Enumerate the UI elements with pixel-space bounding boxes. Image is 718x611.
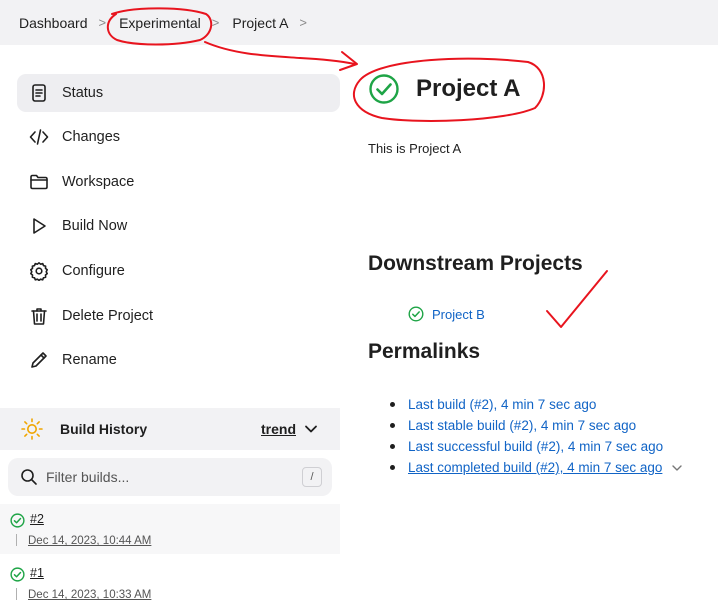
- sidebar-item-label: Delete Project: [62, 308, 154, 324]
- downstream-projects-heading: Downstream Projects: [368, 252, 583, 275]
- breadcrumb-separator: >: [211, 15, 220, 30]
- breadcrumb-experimental[interactable]: Experimental: [119, 15, 201, 31]
- keyboard-shortcut-badge: /: [302, 467, 322, 487]
- permalink-last-build[interactable]: Last build (#2), 4 min 7 sec ago: [408, 397, 596, 412]
- permalinks-list: Last build (#2), 4 min 7 sec ago Last st…: [390, 394, 683, 478]
- list-item: Last completed build (#2), 4 min 7 sec a…: [390, 457, 683, 478]
- success-icon: [10, 567, 25, 582]
- success-icon: [408, 306, 424, 322]
- permalinks-heading: Permalinks: [368, 340, 481, 363]
- sun-icon: [21, 418, 43, 440]
- sidebar-item-status[interactable]: Status: [17, 74, 340, 112]
- breadcrumb-separator[interactable]: >: [299, 15, 307, 30]
- breadcrumb-dashboard[interactable]: Dashboard: [19, 15, 88, 31]
- sidebar-item-workspace[interactable]: Workspace: [17, 163, 340, 201]
- document-icon: [28, 82, 50, 104]
- chevron-down-icon[interactable]: [671, 462, 683, 474]
- project-description: This is Project A: [368, 141, 462, 156]
- sidebar-item-label: Configure: [62, 263, 125, 279]
- sidebar-item-changes[interactable]: Changes: [17, 118, 340, 156]
- bullet: [390, 465, 395, 470]
- build-row: #2 Dec 14, 2023, 10:44 AM: [0, 504, 340, 554]
- sidebar-item-label: Rename: [62, 352, 117, 368]
- chevron-down-icon[interactable]: [304, 422, 318, 436]
- bullet: [390, 423, 395, 428]
- annotation-arrow-head: [339, 51, 358, 71]
- filter-builds-field[interactable]: /: [8, 458, 332, 496]
- code-icon: [28, 126, 50, 148]
- downstream-project-link[interactable]: Project B: [432, 307, 485, 322]
- divider: [16, 534, 17, 546]
- build-number-link[interactable]: #2: [30, 512, 44, 526]
- sidebar-item-label: Status: [62, 85, 104, 101]
- list-item: Last build (#2), 4 min 7 sec ago: [390, 394, 683, 415]
- success-icon: [369, 74, 399, 104]
- build-date-link[interactable]: Dec 14, 2023, 10:44 AM: [28, 535, 151, 547]
- sidebar-item-label: Build Now: [62, 218, 128, 234]
- list-item: Last successful build (#2), 4 min 7 sec …: [390, 436, 683, 457]
- annotation-checkmark: [546, 270, 608, 328]
- downstream-project-item: Project B: [408, 306, 485, 322]
- permalink-last-stable-build[interactable]: Last stable build (#2), 4 min 7 sec ago: [408, 418, 636, 433]
- folder-icon: [28, 171, 50, 193]
- build-history-header: Build History trend: [0, 408, 340, 450]
- breadcrumb-project-a[interactable]: Project A: [232, 15, 288, 31]
- bullet: [390, 402, 395, 407]
- filter-builds-input[interactable]: [46, 469, 286, 485]
- gear-icon: [28, 260, 50, 282]
- page-header: Project A: [368, 73, 520, 105]
- search-icon: [21, 469, 37, 485]
- sidebar-item-build-now[interactable]: Build Now: [17, 207, 340, 245]
- sidebar-item-delete-project[interactable]: Delete Project: [17, 297, 340, 335]
- permalink-last-successful-build[interactable]: Last successful build (#2), 4 min 7 sec …: [408, 439, 663, 454]
- trend-link[interactable]: trend: [261, 421, 296, 437]
- build-date-link[interactable]: Dec 14, 2023, 10:33 AM: [28, 589, 151, 601]
- sidebar-item-configure[interactable]: Configure: [17, 252, 340, 290]
- sidebar-item-rename[interactable]: Rename: [17, 341, 340, 379]
- pencil-icon: [28, 349, 50, 371]
- build-row: #1 Dec 14, 2023, 10:33 AM: [0, 558, 340, 608]
- build-number-link[interactable]: #1: [30, 566, 44, 580]
- trash-icon: [28, 305, 50, 327]
- bullet: [390, 444, 395, 449]
- divider: [16, 588, 17, 600]
- play-icon: [28, 215, 50, 237]
- build-history-title: Build History: [60, 421, 148, 437]
- list-item: Last stable build (#2), 4 min 7 sec ago: [390, 415, 683, 436]
- breadcrumb-separator: >: [98, 15, 107, 30]
- annotation-arrow: [204, 41, 356, 65]
- page-title: Project A: [416, 75, 521, 102]
- permalink-last-completed-build[interactable]: Last completed build (#2), 4 min 7 sec a…: [408, 460, 662, 475]
- sidebar-item-label: Changes: [62, 129, 121, 145]
- success-icon: [10, 513, 25, 528]
- breadcrumb: Dashboard > Experimental > Project A >: [0, 0, 718, 45]
- sidebar-item-label: Workspace: [62, 174, 135, 190]
